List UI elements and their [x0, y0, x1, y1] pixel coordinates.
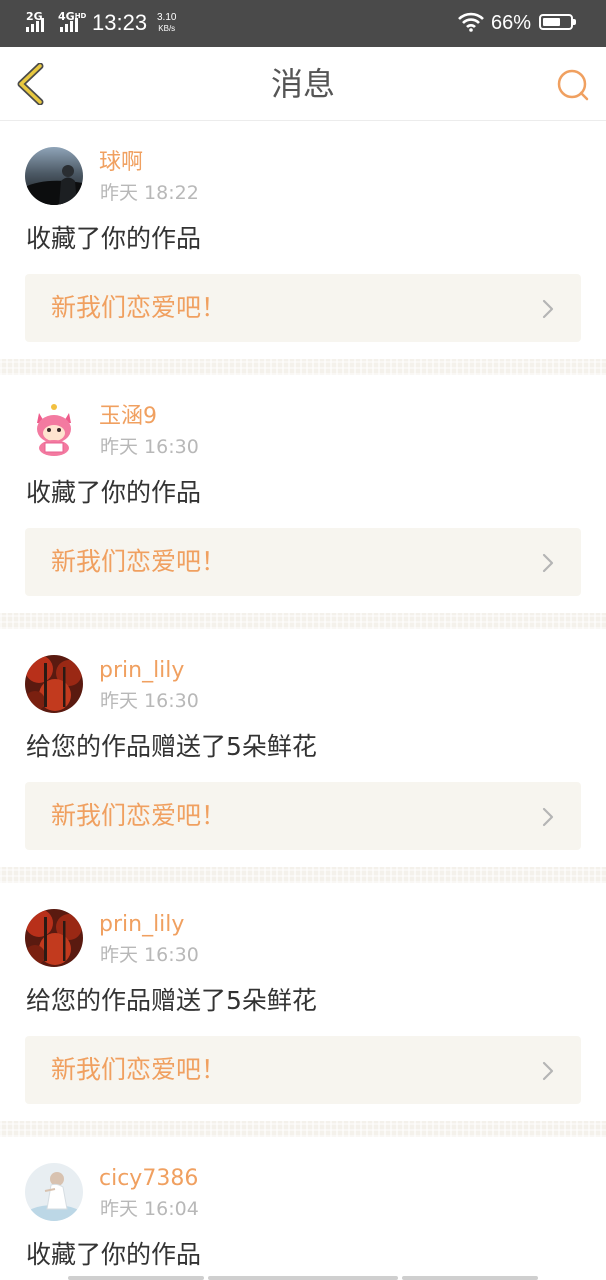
signal-1-icon [26, 16, 44, 32]
username[interactable]: 球啊 [99, 149, 143, 177]
username[interactable]: 玉涵9 [99, 403, 157, 431]
action-text: 收藏了你的作品 [26, 224, 202, 253]
page-title: 消息 [270, 65, 335, 103]
action-text: 收藏了你的作品 [26, 478, 202, 507]
message-item[interactable]: cicy7386 昨天 16:04 收藏了你的作品 [0, 1137, 606, 1280]
work-title: 新我们恋爱吧！ [51, 801, 227, 830]
header: 消息 [0, 47, 606, 121]
battery-icon [539, 14, 576, 30]
avatar[interactable] [25, 909, 83, 967]
nav-indicator [68, 1276, 204, 1280]
username[interactable]: prin_lily [99, 911, 184, 939]
action-text: 给您的作品赠送了5朵鲜花 [26, 986, 317, 1015]
avatar[interactable] [25, 655, 83, 713]
action-text: 收藏了你的作品 [26, 1240, 202, 1269]
timestamp: 昨天 16:30 [100, 436, 199, 458]
timestamp: 昨天 16:30 [100, 944, 199, 966]
nav-indicator [402, 1276, 538, 1280]
work-title: 新我们恋爱吧！ [51, 1055, 227, 1084]
timestamp: 昨天 16:04 [100, 1198, 199, 1220]
work-link[interactable]: 新我们恋爱吧！ [25, 274, 581, 342]
divider [0, 1121, 606, 1137]
chevron-right-icon [542, 553, 554, 573]
message-item[interactable]: 球啊 昨天 18:22 收藏了你的作品 新我们恋爱吧！ [0, 121, 606, 359]
search-icon [557, 69, 589, 101]
battery-nub [573, 19, 576, 25]
work-link[interactable]: 新我们恋爱吧！ [25, 528, 581, 596]
username[interactable]: prin_lily [99, 657, 184, 685]
work-link[interactable]: 新我们恋爱吧！ [25, 1036, 581, 1104]
work-title: 新我们恋爱吧！ [51, 293, 227, 322]
wifi-icon [458, 12, 484, 32]
divider [0, 613, 606, 629]
avatar[interactable] [25, 1163, 83, 1221]
action-text: 给您的作品赠送了5朵鲜花 [26, 732, 317, 761]
username[interactable]: cicy7386 [99, 1165, 198, 1193]
chevron-right-icon [542, 807, 554, 827]
network-speed: 3.10 KB/s [157, 12, 177, 33]
search-button[interactable] [554, 67, 592, 103]
chevron-right-icon [542, 299, 554, 319]
divider [0, 867, 606, 883]
divider [0, 359, 606, 375]
clock: 13:23 [92, 10, 148, 35]
message-item[interactable]: prin_lily 昨天 16:30 给您的作品赠送了5朵鲜花 新我们恋爱吧！ [0, 629, 606, 867]
timestamp: 昨天 16:30 [100, 690, 199, 712]
status-bar: 2G 4GHD 13:23 3.10 KB/s 66% [0, 0, 606, 47]
battery-percent: 66% [491, 12, 532, 34]
avatar[interactable] [25, 401, 83, 459]
work-title: 新我们恋爱吧！ [51, 547, 227, 576]
avatar[interactable] [25, 147, 83, 205]
chevron-right-icon [542, 1061, 554, 1081]
message-item[interactable]: prin_lily 昨天 16:30 给您的作品赠送了5朵鲜花 新我们恋爱吧！ [0, 883, 606, 1121]
battery-level [543, 18, 560, 26]
signal-2-icon [60, 16, 78, 32]
timestamp: 昨天 18:22 [100, 182, 199, 204]
work-link[interactable]: 新我们恋爱吧！ [25, 782, 581, 850]
nav-indicator [208, 1276, 398, 1280]
message-item[interactable]: 玉涵9 昨天 16:30 收藏了你的作品 新我们恋爱吧！ [0, 375, 606, 613]
